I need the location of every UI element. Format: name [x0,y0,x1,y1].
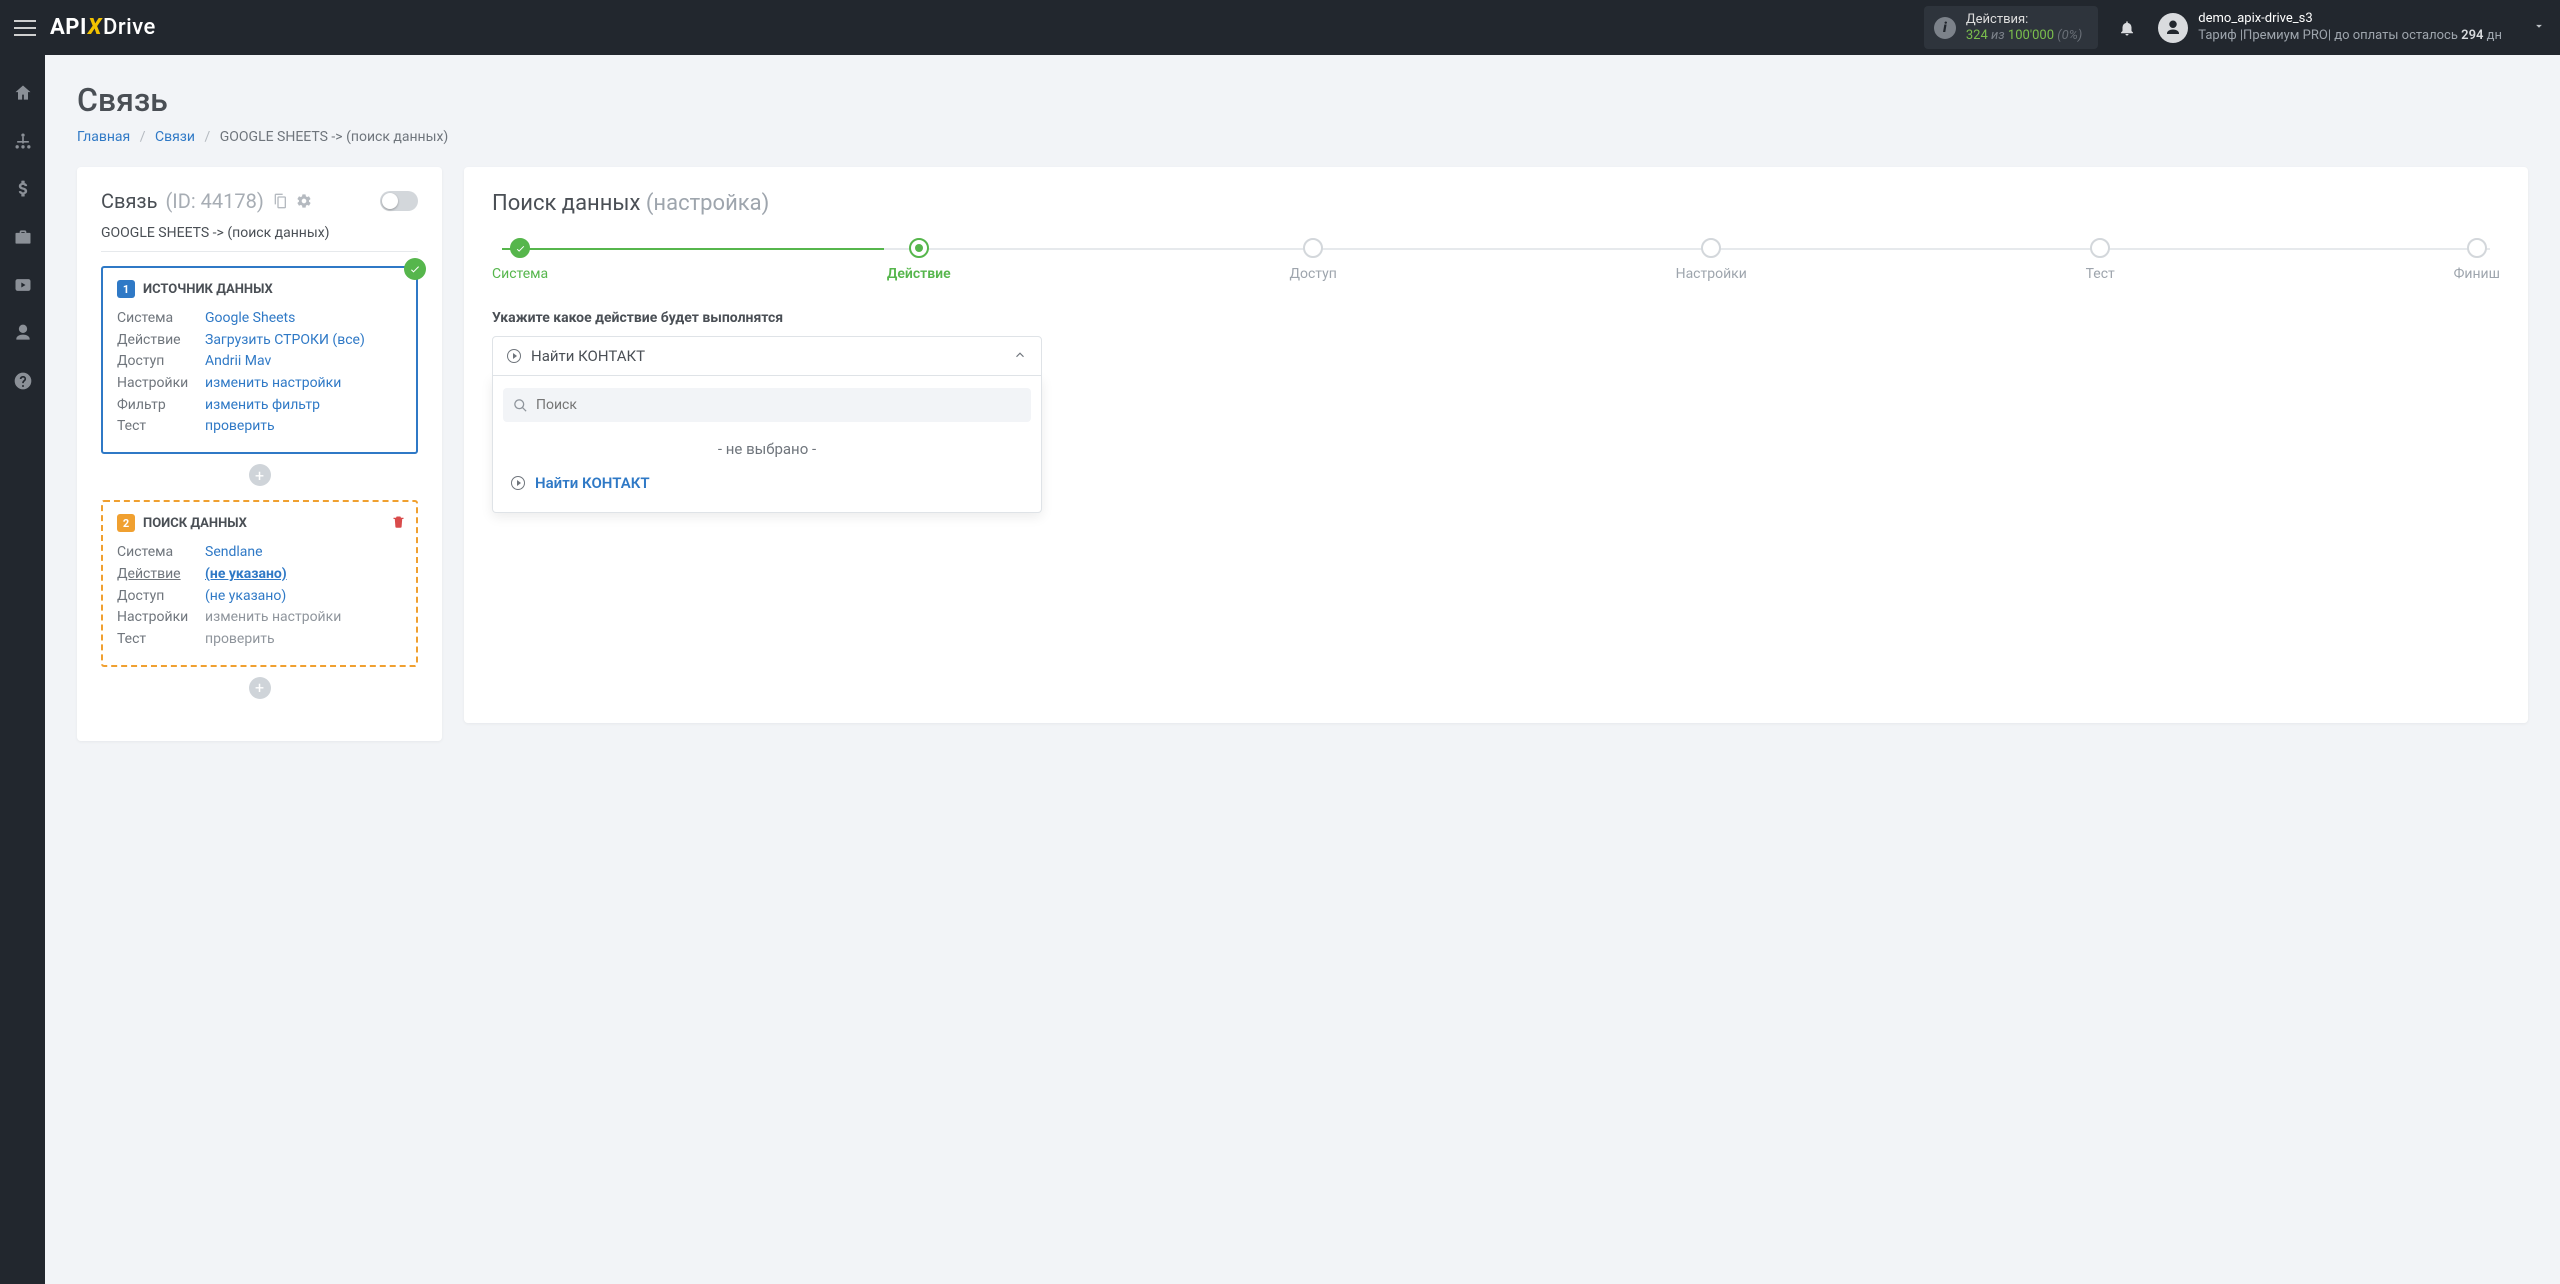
step-action[interactable]: Действие [887,238,951,282]
config-card: Поиск данных (настройка) Система Действи… [464,167,2528,723]
nav-connections[interactable] [0,127,45,155]
nav-profile[interactable] [0,319,45,347]
search-access[interactable]: (не указано) [205,588,286,604]
config-title: Поиск данных (настройка) [492,191,2500,216]
source-access[interactable]: Andrii Mav [205,353,271,369]
crumb-current: GOOGLE SHEETS -> (поиск данных) [220,129,449,145]
option-none[interactable]: - не выбрано - [503,432,1031,466]
notifications-icon[interactable] [2118,19,2136,37]
logo[interactable]: API X Drive [50,15,156,40]
search-settings: изменить настройки [205,609,341,625]
logo-x: X [88,15,102,40]
action-select-box[interactable]: Найти КОНТАКТ [492,336,1042,376]
nav-billing[interactable] [0,175,45,203]
nav-video[interactable] [0,271,45,299]
actions-label: Действия: [1966,12,2082,28]
play-icon [507,349,521,363]
topbar: API X Drive i Действия: 324 из 100'000 (… [0,0,2560,55]
search-badge-label: ПОИСК ДАННЫХ [143,516,247,531]
logo-drive: Drive [103,15,156,40]
info-icon: i [1934,17,1956,39]
step-finish[interactable]: Финиш [2454,238,2500,282]
add-between-button[interactable]: + [249,464,271,486]
actions-of: из [1991,28,2005,43]
page-title: Связь [77,81,2528,119]
breadcrumb: Главная / Связи / GOOGLE SHEETS -> (поис… [77,129,2528,145]
delete-icon[interactable] [391,514,406,533]
chevron-down-icon [2532,18,2546,37]
enable-toggle[interactable] [380,191,418,211]
menu-toggle[interactable] [14,20,36,36]
play-icon [511,476,525,490]
source-action[interactable]: Загрузить СТРОКИ (все) [205,332,365,348]
stepper: Система Действие Доступ Настройки Тест [492,238,2500,282]
actions-percent: (0%) [2057,28,2082,43]
search-system[interactable]: Sendlane [205,544,263,560]
nav-home[interactable] [0,79,45,107]
user-menu[interactable]: demo_apix-drive_s3 Тариф |Премиум PRO| д… [2158,11,2546,44]
search-block: 2 ПОИСК ДАННЫХ СистемаSendlane Действие(… [101,500,418,666]
dropdown-search [503,388,1031,422]
add-after-button[interactable]: + [249,677,271,699]
check-icon [404,258,426,280]
gear-icon[interactable] [296,193,312,209]
actions-text: Действия: 324 из 100'000 (0%) [1966,12,2082,43]
action-select: Найти КОНТАКТ - не выбрано - Найти КОНТА… [492,336,1042,513]
action-field-label: Укажите какое действие будет выполнятся [492,310,2500,326]
chevron-up-icon [1013,347,1027,366]
step-access[interactable]: Доступ [1289,238,1336,282]
search-badge-num: 2 [117,514,135,532]
sidebar [0,55,45,1284]
source-settings[interactable]: изменить настройки [205,375,341,391]
connection-title: Связь [101,189,157,213]
step-settings[interactable]: Настройки [1676,238,1747,282]
connection-id: (ID: 44178) [165,189,263,213]
tariff-line: Тариф |Премиум PRO| до оплаты осталось 2… [2198,28,2502,44]
crumb-home[interactable]: Главная [77,129,130,145]
source-test[interactable]: проверить [205,418,275,434]
source-badge-label: ИСТОЧНИК ДАННЫХ [143,282,273,297]
page: Связь Главная / Связи / GOOGLE SHEETS ->… [45,55,2560,767]
source-system[interactable]: Google Sheets [205,310,295,326]
action-dropdown: - не выбрано - Найти КОНТАКТ [492,376,1042,513]
search-action[interactable]: (не указано) [205,566,287,582]
search-icon [513,398,528,413]
connection-card: Связь (ID: 44178) GOOGLE SHEETS -> (поис… [77,167,442,741]
actions-total: 100'000 [2008,28,2054,43]
step-test[interactable]: Тест [2086,238,2115,282]
source-badge-num: 1 [117,280,135,298]
logo-api: API [50,15,87,40]
actions-counter[interactable]: i Действия: 324 из 100'000 (0%) [1924,6,2098,49]
crumb-links[interactable]: Связи [155,129,195,145]
search-test: проверить [205,631,275,647]
action-selected-value: Найти КОНТАКТ [531,347,1003,365]
user-name: demo_apix-drive_s3 [2198,11,2502,27]
nav-help[interactable] [0,367,45,395]
connection-subtitle: GOOGLE SHEETS -> (поиск данных) [101,225,418,252]
source-filter[interactable]: изменить фильтр [205,397,320,413]
dropdown-search-input[interactable] [536,397,1021,413]
copy-icon[interactable] [272,193,288,209]
source-block: 1 ИСТОЧНИК ДАННЫХ СистемаGoogle Sheets Д… [101,266,418,454]
step-system[interactable]: Система [492,238,548,282]
nav-briefcase[interactable] [0,223,45,251]
option-find-contact[interactable]: Найти КОНТАКТ [503,466,1031,500]
avatar-icon [2158,13,2188,43]
actions-used: 324 [1966,28,1988,43]
